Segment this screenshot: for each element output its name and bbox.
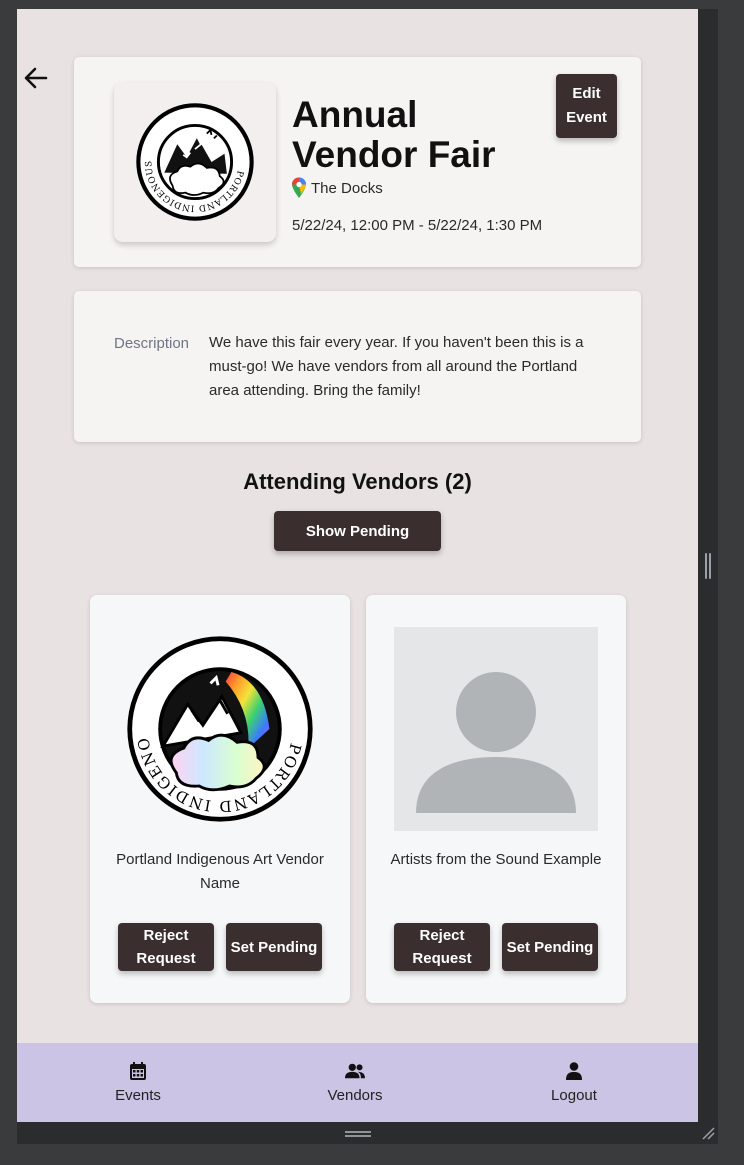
set-pending-button[interactable]: Set Pending	[226, 923, 322, 971]
event-dates: 5/22/24, 12:00 PM - 5/22/24, 1:30 PM	[292, 217, 543, 234]
nav-item-vendors[interactable]: Vendors	[305, 1043, 405, 1122]
event-title: Annual Vendor Fair	[292, 94, 496, 175]
nav-label-vendors: Vendors	[327, 1087, 383, 1104]
users-icon	[345, 1061, 365, 1081]
nav-label-logout: Logout	[551, 1087, 597, 1104]
map-pin-icon	[292, 177, 306, 198]
vendor-name: Portland Indigenous Art Vendor Name	[116, 851, 324, 892]
attending-vendors-heading: Attending Vendors (2)	[243, 469, 472, 494]
bottom-navigation: Events Vendors Logout	[17, 1043, 698, 1122]
split-pane-handle[interactable]	[704, 553, 712, 581]
back-button[interactable]	[23, 65, 49, 91]
event-logo: PORTLAND INDIGENOUS MARKETPLACE	[114, 82, 276, 242]
arrow-left-icon	[24, 67, 48, 89]
edit-event-button[interactable]: Edit Event	[556, 74, 617, 138]
event-header-card: PORTLAND INDIGENOUS MARKETPLACE Annual V…	[74, 57, 641, 267]
vendor-logo: PORTLAND INDIGENOUS MARKETPLACE	[118, 627, 322, 831]
vendor-avatar-placeholder	[394, 627, 598, 831]
event-location-label: The Docks	[311, 179, 383, 197]
vendor-name: Artists from the Sound Example	[390, 851, 602, 868]
nav-item-events[interactable]: Events	[88, 1043, 188, 1122]
reject-request-button[interactable]: Reject Request	[118, 923, 214, 971]
user-icon	[564, 1061, 584, 1081]
set-pending-button[interactable]: Set Pending	[502, 923, 598, 971]
bottom-drag-handle[interactable]	[345, 1131, 371, 1137]
window-frame-top	[0, 0, 744, 9]
event-location: The Docks	[291, 177, 383, 199]
nav-label-events: Events	[115, 1087, 161, 1104]
description-card: Description We have this fair every year…	[74, 291, 641, 442]
window-frame-left	[0, 0, 17, 1165]
reject-request-button[interactable]: Reject Request	[394, 923, 490, 971]
show-pending-button[interactable]: Show Pending	[274, 511, 441, 551]
vendor-card: Artists from the Sound Example Reject Re…	[366, 595, 626, 1003]
description-label: Description	[114, 335, 190, 352]
app-viewport: PORTLAND INDIGENOUS MARKETPLACE Annual V…	[17, 9, 698, 1122]
resize-grip-icon[interactable]	[700, 1125, 716, 1141]
nav-item-logout[interactable]: Logout	[524, 1043, 624, 1122]
default-avatar-icon	[416, 672, 576, 813]
vendor-card: PORTLAND INDIGENOUS MARKETPLACE Portland…	[90, 595, 350, 1003]
window-gutter	[718, 0, 744, 1165]
calendar-icon	[128, 1061, 148, 1081]
description-text: We have this fair every year. If you hav…	[209, 334, 584, 399]
